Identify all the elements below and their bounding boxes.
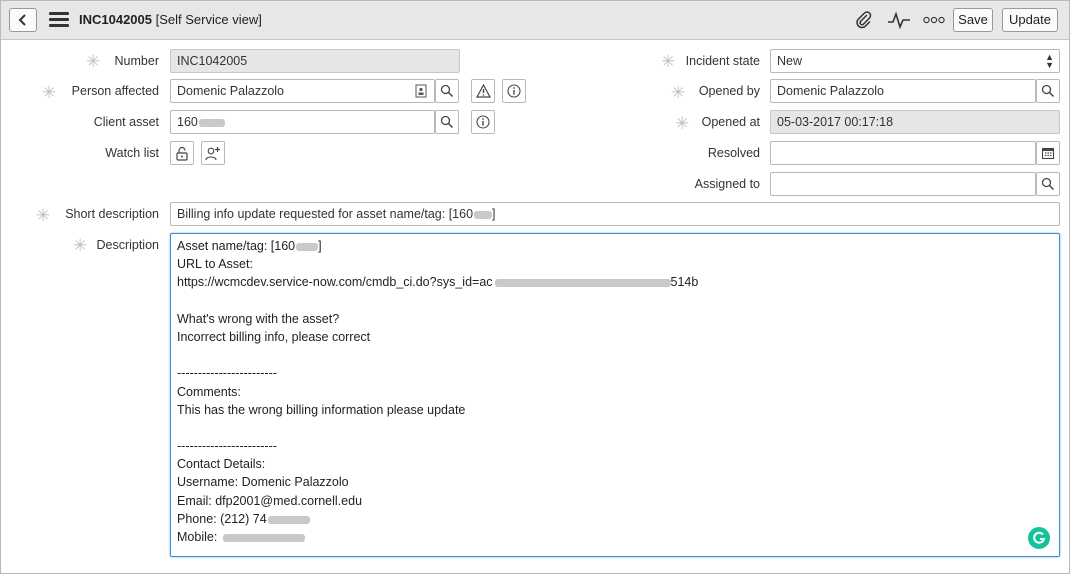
client-asset-search-button[interactable] [435, 110, 459, 134]
client-asset-label: Client asset [93, 115, 159, 129]
calendar-icon [1041, 147, 1055, 160]
watch-list-unlock-button[interactable] [170, 141, 194, 165]
person-info-button[interactable] [502, 79, 526, 103]
view-label: [Self Service view] [155, 12, 262, 27]
description-line: What's wrong with the asset? [177, 311, 340, 326]
description-line: ------------------------ [177, 439, 277, 454]
warning-triangle-icon [475, 84, 491, 98]
record-number: INC1042005 [79, 12, 152, 27]
description-line: Username: Domenic Palazzolo [177, 475, 349, 490]
required-marker: ✳ [36, 206, 51, 225]
contact-card-icon[interactable] [415, 84, 427, 98]
person-affected-label: Person affected [71, 84, 159, 98]
ellipsis-icon[interactable] [923, 16, 945, 24]
chevron-left-icon [18, 14, 26, 26]
incident-state-select[interactable]: New ▲ ▼ [770, 49, 1060, 73]
number-label: Number [114, 54, 159, 68]
warning-button[interactable] [471, 79, 495, 103]
short-description-label: Short description [65, 207, 159, 221]
incident-state-value: New [777, 54, 803, 68]
description-line: Comments: [177, 384, 241, 399]
description-textarea[interactable]: Asset name/tag: [160] URL to Asset: http… [170, 233, 1060, 557]
redacted-text [494, 279, 671, 288]
info-circle-icon [507, 84, 521, 98]
redacted-text [296, 242, 319, 251]
magnifier-icon [440, 115, 454, 129]
magnifier-icon [440, 84, 454, 98]
assigned-to-label: Assigned to [694, 177, 760, 191]
grammarly-icon[interactable] [1028, 527, 1050, 549]
description-line: Email: dfp2001@med.cornell.edu [177, 493, 363, 508]
form-header: INC1042005 [Self Service view] Save Upda… [1, 1, 1069, 40]
description-line: Asset name/tag: [160] [177, 239, 322, 253]
redacted-text [198, 118, 225, 127]
description-label: Description [96, 238, 159, 252]
paperclip-icon[interactable] [854, 10, 874, 30]
opened-at-field[interactable]: 05-03-2017 00:17:18 [770, 110, 1060, 134]
description-line: Phone: (212) 74 [177, 510, 1053, 528]
description-line [177, 346, 1053, 364]
watch-list-add-me-button[interactable] [201, 141, 225, 165]
add-user-icon [205, 146, 220, 160]
description-line: Mobile: [177, 528, 1053, 546]
resolved-label: Resolved [707, 146, 760, 160]
description-line: ------------------------ [177, 366, 277, 381]
info-circle-icon [476, 115, 490, 129]
assigned-to-field[interactable] [770, 172, 1036, 196]
short-description-value: Billing info update requested for asset … [177, 207, 474, 221]
redacted-text [474, 210, 493, 219]
number-field[interactable]: INC1042005 [170, 49, 460, 73]
description-line [177, 419, 1053, 437]
magnifier-icon [1041, 177, 1055, 191]
short-description-field[interactable]: Billing info update requested for asset … [170, 202, 1060, 226]
unlock-icon [176, 146, 188, 161]
resolved-calendar-button[interactable] [1036, 141, 1060, 165]
description-line [177, 292, 1053, 310]
hamburger-icon[interactable] [49, 12, 69, 28]
incident-state-label: Incident state [685, 54, 760, 68]
updown-arrow-icon: ▲ ▼ [1045, 52, 1054, 70]
description-line: This has the wrong billing information p… [177, 402, 466, 417]
description-line: Incorrect billing info, please correct [177, 329, 371, 344]
opened-by-label: Opened by [698, 84, 760, 98]
grammarly-glyph [1033, 531, 1046, 544]
description-line: https://wcmcdev.service-now.com/cmdb_ci.… [177, 275, 699, 290]
short-description-suffix: ] [492, 207, 496, 221]
client-asset-field[interactable]: 160 [170, 110, 435, 134]
page-title: INC1042005 [Self Service view] [79, 12, 262, 27]
save-button[interactable]: Save [953, 8, 993, 32]
description-line: URL to Asset: [177, 257, 253, 272]
form-window: INC1042005 [Self Service view] Save Upda… [0, 0, 1070, 574]
watch-list-label: Watch list [105, 146, 159, 160]
redacted-text [223, 533, 306, 542]
pulse-icon[interactable] [887, 11, 911, 29]
client-asset-value: 160 [177, 115, 198, 129]
description-line: Contact Details: [177, 457, 266, 472]
opened-by-search-button[interactable] [1036, 79, 1060, 103]
update-button[interactable]: Update [1002, 8, 1058, 32]
resolved-field[interactable] [770, 141, 1036, 165]
opened-by-field[interactable]: Domenic Palazzolo [770, 79, 1036, 103]
person-affected-field[interactable]: Domenic Palazzolo [170, 79, 435, 103]
person-affected-search-button[interactable] [435, 79, 459, 103]
asset-info-button[interactable] [471, 110, 495, 134]
magnifier-icon [1041, 84, 1055, 98]
redacted-text [267, 515, 310, 524]
assigned-to-search-button[interactable] [1036, 172, 1060, 196]
person-affected-value: Domenic Palazzolo [177, 84, 284, 98]
required-marker: ✳ [42, 83, 57, 102]
back-button[interactable] [9, 8, 37, 32]
opened-at-label: Opened at [701, 115, 760, 129]
